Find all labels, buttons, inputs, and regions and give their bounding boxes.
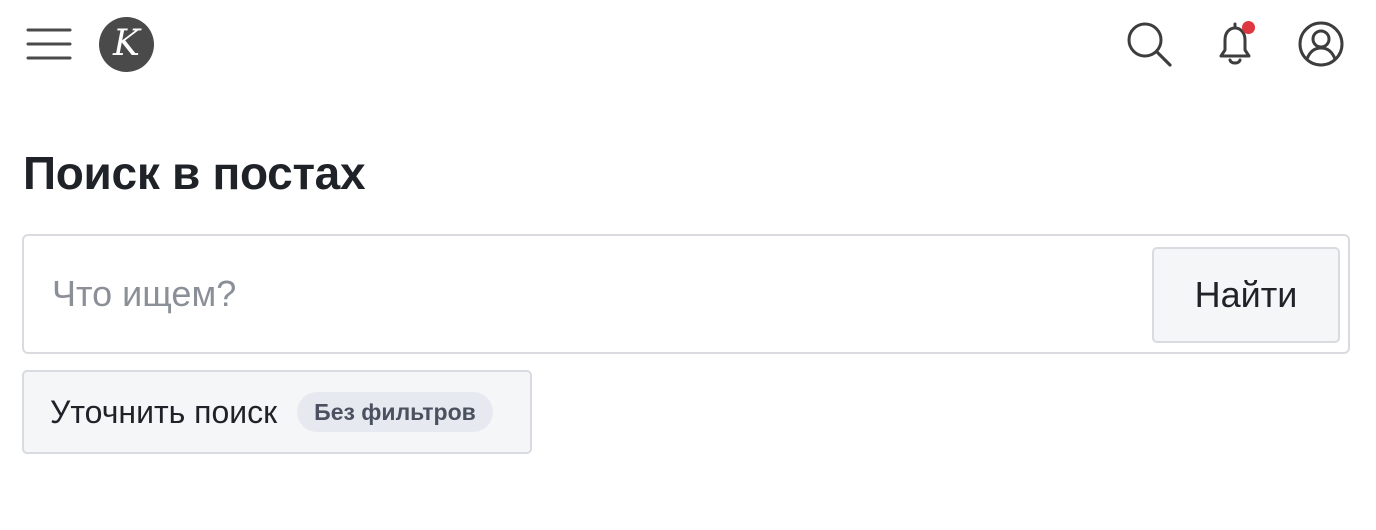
refine-search-button[interactable]: Уточнить поиск Без фильтров: [22, 370, 532, 454]
header-search-button[interactable]: [1123, 18, 1175, 70]
search-input[interactable]: [52, 262, 1132, 326]
notifications-button[interactable]: [1209, 18, 1261, 70]
page-title: Поиск в постах: [23, 147, 366, 199]
top-navigation-bar: K: [0, 0, 1376, 90]
hamburger-menu-button[interactable]: [26, 24, 72, 64]
user-avatar-icon: [1298, 21, 1344, 67]
logo-letter: K: [113, 22, 140, 64]
filter-status-badge: Без фильтров: [297, 392, 493, 432]
notification-dot: [1242, 21, 1255, 34]
refine-search-label: Уточнить поиск: [50, 393, 278, 430]
search-icon: [1127, 22, 1172, 67]
find-button[interactable]: Найти: [1152, 247, 1340, 343]
hamburger-menu-icon: [26, 28, 72, 60]
site-logo[interactable]: K: [99, 17, 154, 72]
user-profile-button[interactable]: [1295, 18, 1347, 70]
search-form: Найти: [22, 234, 1350, 354]
